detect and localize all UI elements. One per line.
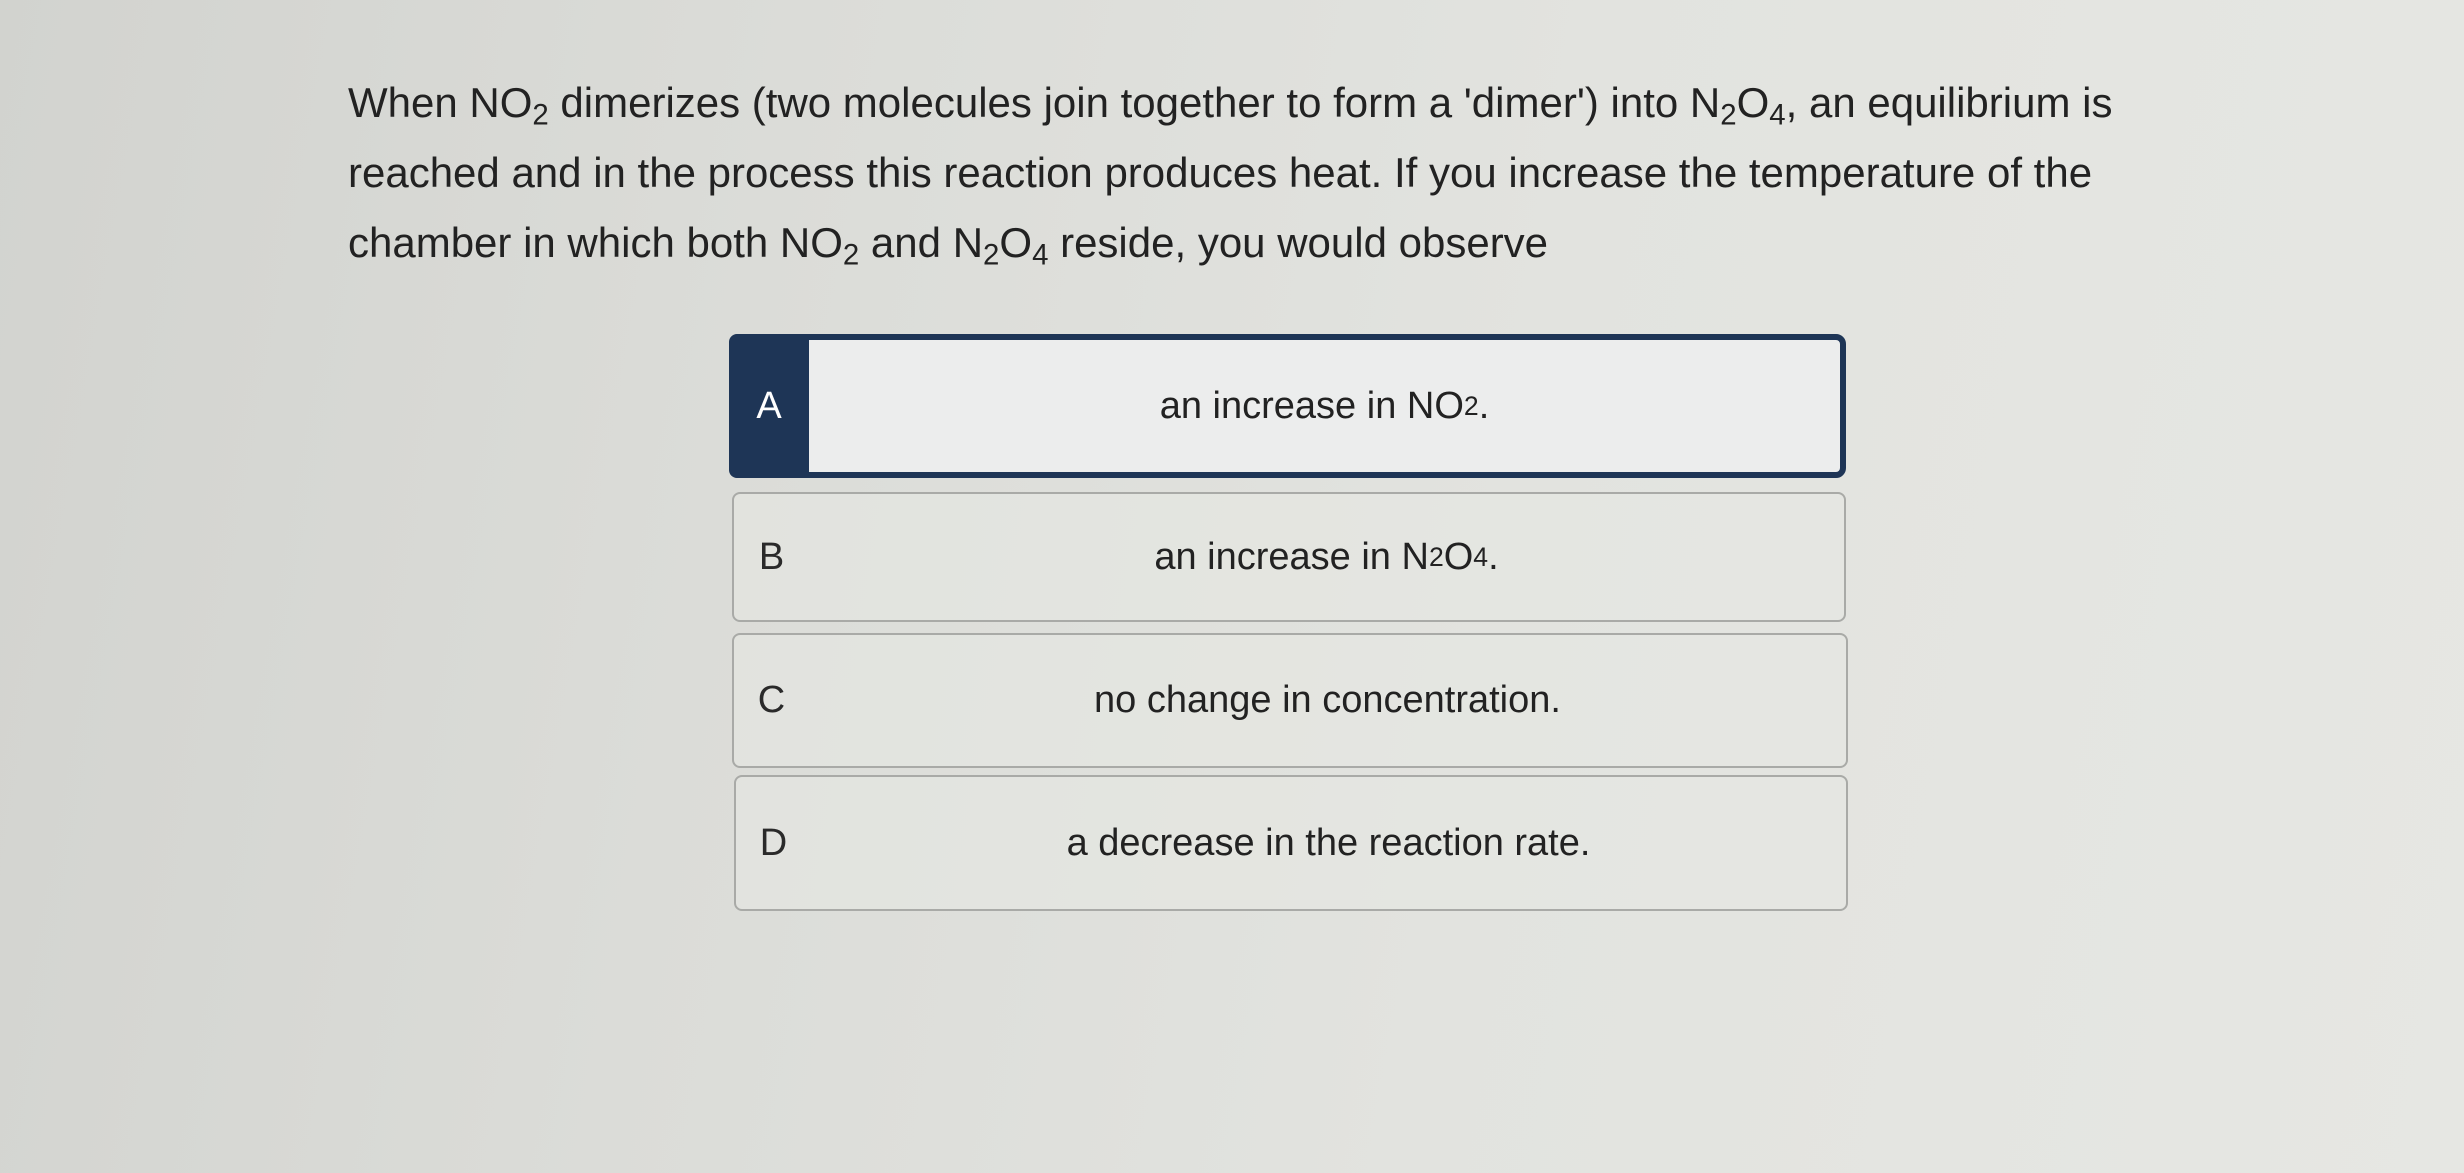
answer-option-c[interactable]: C no change in concentration. bbox=[732, 633, 1848, 768]
answer-option-a[interactable]: A an increase in NO 2. bbox=[729, 334, 1846, 478]
option-letter-d: D bbox=[759, 821, 788, 864]
answer-option-d[interactable]: D a decrease in the reaction rate. bbox=[734, 775, 1848, 911]
answer-option-b[interactable]: B an increase in N2O4. bbox=[732, 492, 1846, 622]
option-text-a: an increase in NO 2. bbox=[1159, 384, 1490, 427]
option-text-c: no change in concentration. bbox=[1094, 679, 1561, 721]
option-text-b: an increase in N2O4. bbox=[1154, 535, 1499, 578]
question-text: When NO2 dimerizes (two molecules join t… bbox=[348, 79, 2113, 272]
option-letter-a: A bbox=[729, 334, 809, 478]
option-text-d: a decrease in the reaction rate. bbox=[1066, 821, 1591, 864]
option-letter-b: B bbox=[758, 535, 785, 578]
option-letter-c: C bbox=[757, 679, 786, 721]
